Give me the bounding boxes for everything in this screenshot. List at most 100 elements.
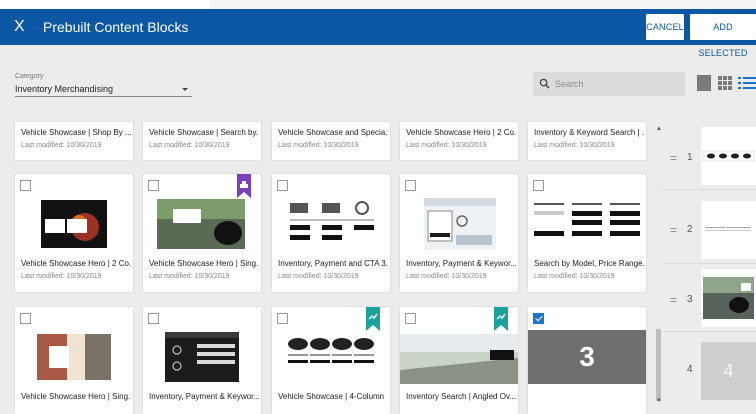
select-checkbox[interactable] xyxy=(405,313,416,324)
category-value[interactable]: Inventory Merchandising xyxy=(15,83,192,97)
card-date: Last modified: 10/30/2019 xyxy=(534,273,615,280)
card-date: Last modified: 10/30/2019 xyxy=(149,273,230,280)
drag-handle-icon[interactable]: = xyxy=(670,294,677,306)
category-label: Category xyxy=(15,73,44,80)
card-thumbnail xyxy=(143,197,261,251)
card-name: Vehicle Showcase | Search by... xyxy=(149,128,259,137)
card-date: Last modified: 10/30/2019 xyxy=(406,142,487,149)
card-name: Vehicle Showcase Hero | 2 Co... xyxy=(406,128,516,137)
selected-block-row[interactable]: = 1 xyxy=(663,124,756,190)
order-number: 2 xyxy=(687,224,693,235)
card-name: Vehicle Showcase Hero | Sing... xyxy=(149,259,259,268)
select-checkbox[interactable] xyxy=(277,180,288,191)
search-input[interactable] xyxy=(555,76,679,92)
selected-thumbnail xyxy=(701,127,756,185)
selected-thumbnail xyxy=(701,201,756,259)
card-name: Vehicle Showcase | 4-Column xyxy=(278,392,385,401)
selected-block-row[interactable]: = 2 xyxy=(663,198,756,264)
card-date: Last modified: 10/30/2019 xyxy=(278,142,359,149)
close-icon[interactable]: X xyxy=(14,17,25,37)
selected-block-row[interactable]: 4 4 xyxy=(663,334,756,400)
selected-block-row[interactable]: = 3 xyxy=(663,266,756,332)
content-block-card[interactable]: 3 xyxy=(528,307,646,414)
select-checkbox[interactable] xyxy=(405,180,416,191)
card-name: Inventory Search | Angled Ov... xyxy=(406,392,516,401)
card-date: Last modified: 10/30/2019 xyxy=(534,142,615,149)
dialog-header: X Prebuilt Content Blocks CANCEL ADD SEL… xyxy=(0,9,756,58)
add-selected-button[interactable]: ADD SELECTED xyxy=(690,14,756,58)
select-checkbox[interactable] xyxy=(533,313,544,324)
scroll-up-icon[interactable]: ▲ xyxy=(656,126,662,132)
card-name: Inventory, Payment & Keywor... xyxy=(406,259,516,268)
card-date: Last modified: 10/30/2019 xyxy=(406,273,487,280)
select-checkbox[interactable] xyxy=(277,313,288,324)
card-name: Vehicle Showcase and Specia... xyxy=(278,128,388,137)
cancel-button[interactable]: CANCEL xyxy=(646,14,684,40)
card-name: Vehicle Showcase Hero | 2 Co... xyxy=(21,259,131,268)
card-thumbnail xyxy=(15,197,133,251)
card-name: Inventory & Keyword Search | ... xyxy=(534,128,644,137)
selected-placeholder: 4 xyxy=(701,342,756,400)
grid-view-icon[interactable] xyxy=(717,74,733,92)
content-block-card[interactable]: Vehicle Showcase and Specia... Last modi… xyxy=(272,122,390,160)
card-thumbnail xyxy=(15,330,133,384)
search-icon xyxy=(539,78,550,89)
card-thumbnail xyxy=(143,330,261,384)
card-thumbnail xyxy=(272,197,390,251)
grid-scrollbar[interactable]: ▲ ▼ xyxy=(656,124,662,414)
card-name: Inventory, Payment & Keywor... xyxy=(149,392,259,401)
scroll-down-icon[interactable]: ▼ xyxy=(656,398,662,404)
dialog-title: Prebuilt Content Blocks xyxy=(43,19,189,35)
drag-handle-icon[interactable]: = xyxy=(670,224,677,236)
featured-ribbon-icon xyxy=(237,174,251,198)
card-date: Last modified: 10/30/2019 xyxy=(278,273,359,280)
content-block-card[interactable]: Inventory & Keyword Search | ... Last mo… xyxy=(528,122,646,160)
trending-ribbon-icon xyxy=(366,307,380,331)
selected-thumbnail xyxy=(701,269,756,327)
content-block-card[interactable]: Inventory Search | Angled Ov... xyxy=(400,307,518,414)
content-block-card[interactable]: Vehicle Showcase | 4-Column xyxy=(272,307,390,414)
select-checkbox[interactable] xyxy=(533,180,544,191)
card-name: Vehicle Showcase | Shop By ... xyxy=(21,128,131,137)
top-strip xyxy=(0,0,756,9)
card-date: Last modified: 10/30/2019 xyxy=(21,273,102,280)
content-block-card[interactable]: Search by Model, Price Range... Last mod… xyxy=(528,174,646,292)
card-thumbnail xyxy=(528,197,646,251)
card-name: Search by Model, Price Range... xyxy=(534,259,644,268)
content-block-card[interactable]: Vehicle Showcase Hero | 2 Co... Last mod… xyxy=(400,122,518,160)
search-box xyxy=(533,72,685,96)
order-number: 1 xyxy=(687,152,693,163)
select-checkbox[interactable] xyxy=(148,180,159,191)
select-checkbox[interactable] xyxy=(20,313,31,324)
large-view-icon[interactable] xyxy=(696,74,712,92)
card-thumbnail: 3 xyxy=(528,330,646,384)
caret-down-icon xyxy=(182,88,188,91)
order-number: 4 xyxy=(687,364,693,375)
category-select[interactable]: Category Inventory Merchandising xyxy=(15,72,192,97)
selection-order-number: 3 xyxy=(579,341,595,372)
content-block-card[interactable]: Vehicle Showcase | Search by... Last mod… xyxy=(143,122,261,160)
card-thumbnail xyxy=(272,330,390,384)
top-strip-tab xyxy=(0,0,210,9)
card-date: Last modified: 10/30/2019 xyxy=(21,142,102,149)
content-block-card[interactable]: Inventory, Payment & Keywor... Last modi… xyxy=(400,174,518,292)
select-checkbox[interactable] xyxy=(148,313,159,324)
card-name: Vehicle Showcase Hero | Sing... xyxy=(21,392,131,401)
trending-ribbon-icon xyxy=(494,307,508,331)
content-block-card[interactable]: Inventory, Payment and CTA 3... Last mod… xyxy=(272,174,390,292)
card-name: Inventory, Payment and CTA 3... xyxy=(278,259,388,268)
card-thumbnail xyxy=(400,197,518,251)
category-value-text: Inventory Merchandising xyxy=(15,84,114,94)
drag-handle-icon[interactable]: = xyxy=(670,152,677,164)
select-checkbox[interactable] xyxy=(20,180,31,191)
content-block-card[interactable]: Inventory, Payment & Keywor... xyxy=(143,307,261,414)
content-block-card[interactable]: Vehicle Showcase Hero | Sing... xyxy=(15,307,133,414)
card-thumbnail xyxy=(400,330,518,384)
card-date: Last modified: 10/30/2019 xyxy=(149,142,230,149)
scrollbar-thumb[interactable] xyxy=(656,329,661,401)
order-number: 3 xyxy=(687,294,693,305)
list-view-icon[interactable] xyxy=(738,74,756,92)
content-block-card[interactable]: Vehicle Showcase Hero | Sing... Last mod… xyxy=(143,174,261,292)
content-block-card[interactable]: Vehicle Showcase Hero | 2 Co... Last mod… xyxy=(15,174,133,292)
content-block-card[interactable]: Vehicle Showcase | Shop By ... Last modi… xyxy=(15,122,133,160)
